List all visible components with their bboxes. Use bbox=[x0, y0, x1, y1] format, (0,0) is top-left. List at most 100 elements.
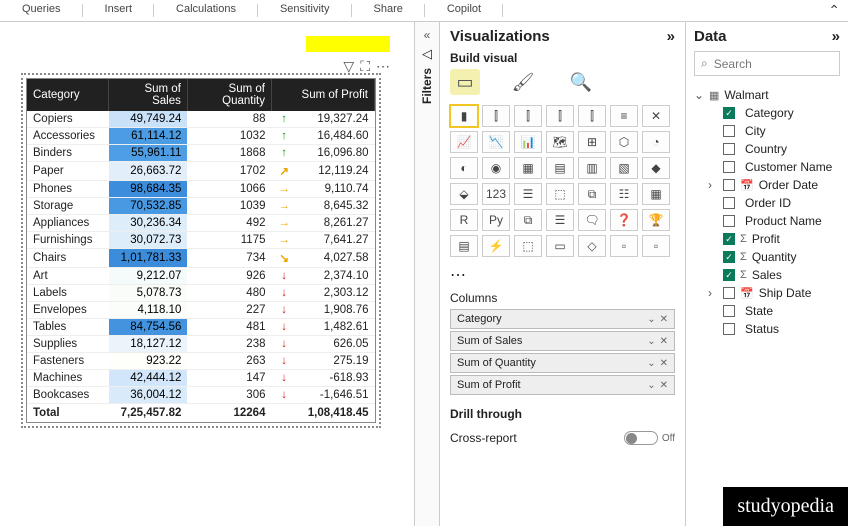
visual-type-icon[interactable]: ⧉ bbox=[514, 209, 542, 231]
chevron-down-icon[interactable]: ⌄ bbox=[647, 314, 655, 325]
visual-type-icon[interactable]: ⫿ bbox=[482, 105, 510, 127]
table-row[interactable]: Art9,212.07926↓2,374.10 bbox=[27, 268, 375, 285]
visual-type-icon[interactable]: 📈 bbox=[450, 131, 478, 153]
table-row[interactable]: Tables84,754.56481↓1,482.61 bbox=[27, 319, 375, 336]
visual-type-icon[interactable]: ☰ bbox=[546, 209, 574, 231]
table-node[interactable]: ⌄ ▦ Walmart bbox=[694, 86, 840, 104]
field-item[interactable]: ✓ΣQuantity bbox=[694, 248, 840, 266]
col-header[interactable]: Sum of Profit bbox=[271, 79, 374, 111]
search-input[interactable]: ⌕ Search bbox=[694, 51, 840, 76]
cross-report-toggle[interactable] bbox=[624, 431, 658, 445]
visual-type-icon[interactable]: 📊 bbox=[514, 131, 542, 153]
field-well-item[interactable]: Sum of Quantity⌄✕ bbox=[450, 353, 675, 373]
visual-type-icon[interactable]: R bbox=[450, 209, 478, 231]
table-row[interactable]: Accessories61,114.121032↑16,484.60 bbox=[27, 128, 375, 145]
expand-pane-icon[interactable]: » bbox=[832, 28, 840, 45]
visual-type-icon[interactable]: 🗺 bbox=[546, 131, 574, 153]
table-row[interactable]: Storage70,532.851039→8,645.32 bbox=[27, 198, 375, 215]
field-checkbox[interactable] bbox=[723, 161, 735, 173]
ribbon-tab[interactable]: Share bbox=[352, 0, 425, 21]
col-header[interactable]: Category bbox=[27, 79, 109, 111]
visual-type-icon[interactable]: ☷ bbox=[610, 183, 638, 205]
table-row[interactable]: Phones98,684.351066→9,110.74 bbox=[27, 181, 375, 198]
chevron-down-icon[interactable]: ⌄ bbox=[647, 336, 655, 347]
visual-type-icon[interactable]: 🗨 bbox=[578, 209, 606, 231]
field-checkbox[interactable] bbox=[723, 323, 735, 335]
table-row[interactable]: Copiers49,749.2488↑19,327.24 bbox=[27, 111, 375, 128]
visual-type-icon[interactable]: ▤ bbox=[546, 157, 574, 179]
visual-type-icon[interactable]: ⬚ bbox=[514, 235, 542, 257]
table-row[interactable]: Machines42,444.12147↓-618.93 bbox=[27, 370, 375, 387]
field-item[interactable]: ›📅Ship Date bbox=[694, 284, 840, 302]
collapse-ribbon-icon[interactable]: ⌃ bbox=[828, 2, 840, 19]
table-visual[interactable]: Category Sum of Sales Sum of Quantity Su… bbox=[26, 78, 376, 423]
field-item[interactable]: ✓ΣSales bbox=[694, 266, 840, 284]
visual-type-icon[interactable]: ⫿ bbox=[578, 105, 606, 127]
remove-field-icon[interactable]: ✕ bbox=[660, 380, 668, 391]
field-item[interactable]: Customer Name bbox=[694, 158, 840, 176]
visual-type-icon[interactable]: ⫿ bbox=[546, 105, 574, 127]
ribbon-tab[interactable]: Queries bbox=[0, 0, 83, 21]
more-options-icon[interactable]: ⋯ bbox=[376, 58, 390, 75]
field-checkbox[interactable]: ✓ bbox=[723, 233, 735, 245]
visual-type-icon[interactable]: ◉ bbox=[482, 157, 510, 179]
field-checkbox[interactable] bbox=[723, 143, 735, 155]
col-header[interactable]: Sum of Quantity bbox=[187, 79, 271, 111]
build-visual-icon[interactable]: ▭ bbox=[450, 69, 480, 95]
visual-type-icon[interactable]: ▮ bbox=[450, 105, 478, 127]
field-well-item[interactable]: Sum of Sales⌄✕ bbox=[450, 331, 675, 351]
visual-type-icon[interactable]: ≡ bbox=[610, 105, 638, 127]
format-visual-icon[interactable]: 🖌 bbox=[508, 69, 538, 95]
table-row[interactable]: Fasteners923.22263↓275.19 bbox=[27, 353, 375, 370]
visual-type-icon[interactable]: Py bbox=[482, 209, 510, 231]
visual-type-icon[interactable]: 📉 bbox=[482, 131, 510, 153]
table-row[interactable]: Appliances30,236.34492→8,261.27 bbox=[27, 215, 375, 232]
ribbon-tab[interactable]: Sensitivity bbox=[258, 0, 352, 21]
visual-type-icon[interactable]: ◐ bbox=[450, 157, 478, 179]
visual-type-icon[interactable]: 123 bbox=[482, 183, 510, 205]
more-visuals-icon[interactable]: ⋯ bbox=[450, 265, 675, 285]
filters-pane-collapsed[interactable]: « ◁ Filters bbox=[414, 22, 440, 526]
visual-type-icon[interactable]: ▫ bbox=[642, 235, 670, 257]
visual-type-icon[interactable]: ▥ bbox=[578, 157, 606, 179]
table-row[interactable]: Paper26,663.721702↗12,119.24 bbox=[27, 162, 375, 181]
field-item[interactable]: ✓ΣProfit bbox=[694, 230, 840, 248]
ribbon-tab[interactable]: Calculations bbox=[154, 0, 258, 21]
visual-type-icon[interactable]: ⧉ bbox=[578, 183, 606, 205]
remove-field-icon[interactable]: ✕ bbox=[660, 336, 668, 347]
field-well-item[interactable]: Category⌄✕ bbox=[450, 309, 675, 329]
remove-field-icon[interactable]: ✕ bbox=[660, 314, 668, 325]
field-checkbox[interactable] bbox=[723, 287, 735, 299]
field-item[interactable]: City bbox=[694, 122, 840, 140]
field-checkbox[interactable]: ✓ bbox=[723, 107, 735, 119]
visual-type-icon[interactable]: ⬡ bbox=[610, 131, 638, 153]
field-checkbox[interactable] bbox=[723, 215, 735, 227]
field-checkbox[interactable] bbox=[723, 179, 735, 191]
visual-type-icon[interactable]: ⬚ bbox=[546, 183, 574, 205]
ribbon-tab[interactable]: Copilot bbox=[425, 0, 503, 21]
visual-type-icon[interactable]: ▧ bbox=[610, 157, 638, 179]
visual-type-icon[interactable]: ▤ bbox=[450, 235, 478, 257]
expand-filters-icon[interactable]: « bbox=[415, 28, 439, 42]
visual-type-icon[interactable]: ▭ bbox=[546, 235, 574, 257]
field-checkbox[interactable]: ✓ bbox=[723, 251, 735, 263]
field-well-item[interactable]: Sum of Profit⌄✕ bbox=[450, 375, 675, 395]
analytics-icon[interactable]: 🔍 bbox=[566, 69, 596, 95]
field-item[interactable]: Status bbox=[694, 320, 840, 338]
field-item[interactable]: ✓Category bbox=[694, 104, 840, 122]
field-item[interactable]: Country bbox=[694, 140, 840, 158]
visual-type-icon[interactable]: ▫ bbox=[610, 235, 638, 257]
visual-type-icon[interactable]: ❓ bbox=[610, 209, 638, 231]
report-canvas[interactable]: ▽ ⛶ ⋯ Category Sum of Sales Sum of Quant… bbox=[0, 22, 414, 526]
field-checkbox[interactable]: ✓ bbox=[723, 269, 735, 281]
table-row[interactable]: Furnishings30,072.731175→7,641.27 bbox=[27, 232, 375, 249]
table-row[interactable]: Binders55,961.111868↑16,096.80 bbox=[27, 145, 375, 162]
table-row[interactable]: Labels5,078.73480↓2,303.12 bbox=[27, 285, 375, 302]
field-checkbox[interactable] bbox=[723, 197, 735, 209]
visual-type-icon[interactable]: ⫿ bbox=[514, 105, 542, 127]
visual-type-icon[interactable]: ◇ bbox=[578, 235, 606, 257]
visual-type-icon[interactable]: ☰ bbox=[514, 183, 542, 205]
visual-type-icon[interactable]: ◆ bbox=[642, 157, 670, 179]
col-header[interactable]: Sum of Sales bbox=[109, 79, 187, 111]
visual-type-icon[interactable]: ⚡ bbox=[482, 235, 510, 257]
